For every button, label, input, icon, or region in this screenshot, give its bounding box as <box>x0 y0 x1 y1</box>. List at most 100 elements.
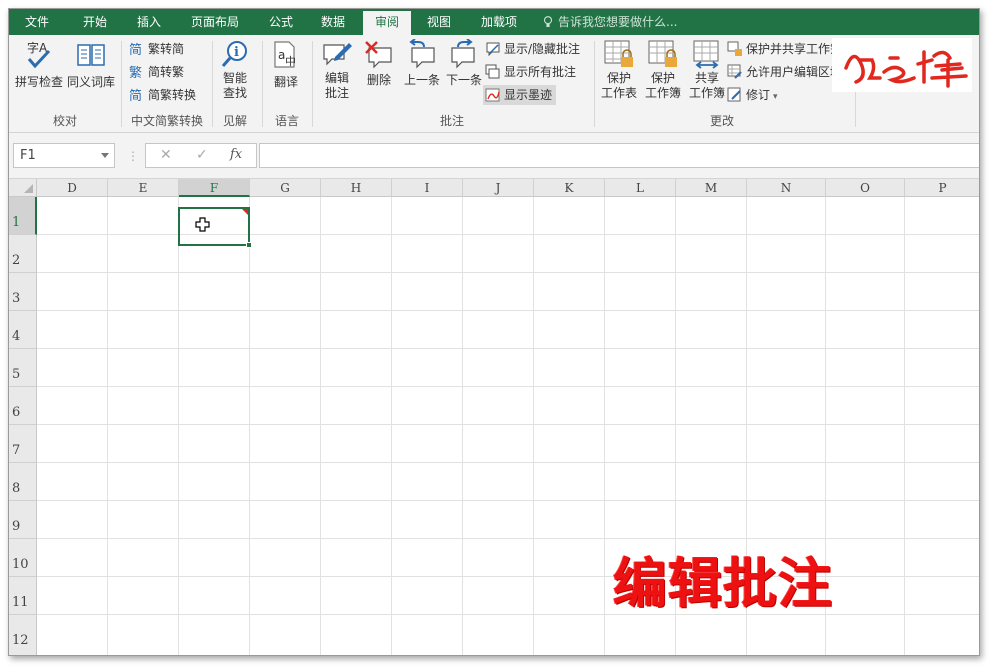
column-header-g[interactable]: G <box>250 179 321 197</box>
insert-function-icon[interactable]: fx <box>230 147 242 162</box>
tab-review[interactable]: 审阅 <box>363 11 411 35</box>
share-workbook-label-1: 共享 <box>694 71 719 85</box>
tab-insert[interactable]: 插入 <box>127 9 171 35</box>
row-header-5[interactable]: 5 <box>9 349 37 387</box>
delete-comment-button[interactable]: 删除 <box>359 39 399 88</box>
grid-line <box>462 197 463 655</box>
enter-icon[interactable]: ✓ <box>196 147 208 163</box>
row-header-7[interactable]: 7 <box>9 425 37 463</box>
smart-lookup-button[interactable]: i 智能 查找 <box>215 39 255 101</box>
column-header-p[interactable]: P <box>905 179 979 197</box>
tab-view[interactable]: 视图 <box>417 9 461 35</box>
svg-text:简: 简 <box>129 42 142 57</box>
protect-workbook-label-2: 工作簿 <box>644 86 681 100</box>
previous-comment-button[interactable]: 上一条 <box>401 39 443 88</box>
column-header-o[interactable]: O <box>826 179 905 197</box>
edit-comment-icon <box>323 43 352 66</box>
row-header-3[interactable]: 3 <box>9 273 37 311</box>
column-header-i[interactable]: I <box>392 179 463 197</box>
row-header-12[interactable]: 12 <box>9 615 37 655</box>
row-header-10[interactable]: 10 <box>9 539 37 577</box>
row-header-11[interactable]: 11 <box>9 577 37 615</box>
handwritten-signature <box>844 50 968 88</box>
cell-cursor-icon <box>195 217 210 232</box>
tab-page-layout[interactable]: 页面布局 <box>181 9 249 35</box>
protect-workbook-button[interactable]: 保护 工作簿 <box>641 39 685 101</box>
share-workbook-button[interactable]: 共享 工作簿 <box>685 39 729 101</box>
comment-indicator-icon <box>242 209 248 215</box>
column-header-j[interactable]: J <box>463 179 534 197</box>
formula-input[interactable] <box>259 143 979 168</box>
next-comment-label: 下一条 <box>445 73 482 87</box>
column-header-e[interactable]: E <box>108 179 179 197</box>
edit-comment-button[interactable]: 编辑 批注 <box>317 39 357 101</box>
chevron-down-icon[interactable] <box>101 153 109 158</box>
to-simplified-label: 繁转简 <box>148 42 185 56</box>
selected-cell-f1[interactable] <box>178 207 252 248</box>
row-header-8[interactable]: 8 <box>9 463 37 501</box>
name-box[interactable]: F1 <box>13 143 115 168</box>
thesaurus-button[interactable]: 同义词库 <box>65 39 117 90</box>
smart-lookup-label-1: 智能 <box>222 71 247 85</box>
delete-comment-icon <box>365 41 392 69</box>
grid-line <box>37 614 979 615</box>
row-header-4[interactable]: 4 <box>9 311 37 349</box>
cancel-icon[interactable]: ✕ <box>160 147 172 163</box>
spreadsheet-grid[interactable]: D E F G H I J K L M N O P 1 2 3 4 5 6 7 … <box>9 179 979 655</box>
row-header-2[interactable]: 2 <box>9 235 37 273</box>
share-workbook-icon <box>693 40 719 69</box>
column-header-l[interactable]: L <box>605 179 676 197</box>
to-traditional-button[interactable]: 繁简转繁 <box>129 62 184 82</box>
show-hide-comment-button[interactable]: 显示/隐藏批注 <box>485 39 580 59</box>
show-all-comments-button[interactable]: 显示所有批注 <box>485 62 576 82</box>
column-header-m[interactable]: M <box>676 179 747 197</box>
track-changes-button[interactable]: 修订 ▾ <box>727 85 778 105</box>
fill-handle[interactable] <box>246 242 252 248</box>
column-header-n[interactable]: N <box>747 179 826 197</box>
grid-line <box>904 197 905 655</box>
row-header-1[interactable]: 1 <box>9 197 37 235</box>
spelling-label: 拼写检查 <box>14 75 63 89</box>
to-traditional-label: 简转繁 <box>148 65 185 79</box>
conversion-button[interactable]: 简简繁转换 <box>129 85 196 105</box>
group-separator <box>121 41 122 127</box>
ribbon-review: 字A 拼写检查 同义词库 校对 简繁转简 繁简转繁 简简繁转换 中文简繁转换 i… <box>9 35 979 133</box>
spelling-button[interactable]: 字A 拼写检查 <box>13 39 65 90</box>
translate-button[interactable]: a中 翻译 <box>267 39 305 90</box>
conversion-label: 简繁转换 <box>148 88 197 102</box>
column-header-f[interactable]: F <box>179 179 250 197</box>
grid-line <box>37 386 979 387</box>
to-simplified-button[interactable]: 简繁转简 <box>129 39 184 59</box>
formula-bar-grip-icon[interactable]: ⋮ <box>127 149 139 163</box>
select-all-button[interactable] <box>9 179 37 197</box>
thesaurus-label: 同义词库 <box>66 75 115 89</box>
protect-workbook-label-1: 保护 <box>650 71 675 85</box>
group-changes-label: 更改 <box>709 114 734 128</box>
grid-line <box>391 197 392 655</box>
tab-data[interactable]: 数据 <box>311 9 355 35</box>
show-ink-button[interactable]: 显示墨迹 <box>483 85 557 105</box>
tab-file[interactable]: 文件 <box>15 9 59 35</box>
tab-home[interactable]: 开始 <box>73 9 117 35</box>
column-header-k[interactable]: K <box>534 179 605 197</box>
protect-share-button[interactable]: 保护并共享工作簿 <box>727 39 842 59</box>
row-header-6[interactable]: 6 <box>9 387 37 425</box>
group-separator <box>312 41 313 127</box>
protect-sheet-button[interactable]: 保护 工作表 <box>597 39 641 101</box>
tab-formulas[interactable]: 公式 <box>259 9 303 35</box>
group-language-label: 语言 <box>274 114 299 128</box>
translate-icon: a中 <box>274 41 296 68</box>
group-separator <box>262 41 263 127</box>
allow-edit-ranges-button[interactable]: 允许用户编辑区域 <box>727 62 842 82</box>
svg-text:字A: 字A <box>27 40 48 55</box>
row-header-9[interactable]: 9 <box>9 501 37 539</box>
tell-me-search[interactable]: 告诉我您想要做什么... <box>543 9 677 35</box>
tab-add-ins[interactable]: 加载项 <box>471 9 527 35</box>
svg-text:中: 中 <box>285 55 296 68</box>
next-comment-button[interactable]: 下一条 <box>443 39 485 88</box>
lightbulb-icon <box>543 16 553 27</box>
group-chinese-conversion-label: 中文简繁转换 <box>130 114 203 128</box>
column-header-h[interactable]: H <box>321 179 392 197</box>
svg-text:繁: 繁 <box>129 65 142 80</box>
column-header-d[interactable]: D <box>37 179 108 197</box>
